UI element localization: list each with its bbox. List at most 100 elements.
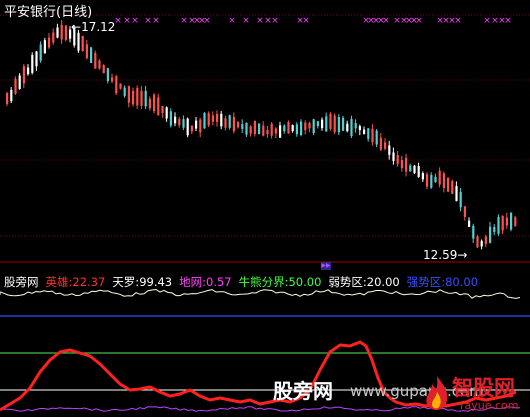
candle <box>329 112 332 131</box>
candle-body <box>119 83 122 89</box>
candle <box>165 106 168 122</box>
signal-marker: × <box>483 16 491 26</box>
candle-body <box>400 159 403 169</box>
candle-body <box>468 220 471 227</box>
candle <box>182 115 185 131</box>
candle-body <box>144 90 147 107</box>
legend-strong: 强势区: 80.00 <box>406 275 479 289</box>
candle <box>190 125 193 135</box>
candle-body <box>350 118 353 137</box>
signal-marker: × <box>256 16 264 26</box>
candle <box>321 117 324 131</box>
candle-body <box>203 113 206 129</box>
candle-body <box>505 217 508 226</box>
signal-marker: × <box>382 16 390 26</box>
candle <box>484 234 487 248</box>
signal-marker: × <box>302 16 310 26</box>
candle <box>22 63 25 89</box>
candle <box>375 129 378 148</box>
candle <box>98 58 101 70</box>
candle-body <box>207 113 210 126</box>
candle-body <box>405 157 408 172</box>
candle-body <box>384 142 387 149</box>
candle-body <box>10 89 13 102</box>
candle-body <box>476 236 479 248</box>
candle-body <box>434 177 437 182</box>
candle <box>388 140 391 160</box>
candle <box>220 111 223 130</box>
signal-marker: × <box>180 16 188 26</box>
candle-body <box>64 25 67 40</box>
signal-marker: × <box>131 16 139 26</box>
signal-marker: × <box>242 16 250 26</box>
panel-nav-icon[interactable]: ▶▶ <box>321 262 331 270</box>
candle-body <box>140 90 143 106</box>
candle-body <box>102 65 105 74</box>
candle-body <box>480 240 483 247</box>
candle-body <box>300 121 303 135</box>
candle-body <box>115 76 118 94</box>
candle-body <box>455 185 458 201</box>
candle-body <box>148 98 151 109</box>
candle-body <box>279 125 282 138</box>
candle-body <box>165 107 168 119</box>
candle <box>413 164 416 174</box>
candle-body <box>501 215 504 231</box>
candle <box>333 113 336 135</box>
candle <box>102 64 105 74</box>
signal-marker: × <box>504 16 512 26</box>
candle-body <box>224 118 227 128</box>
legend-weak: 弱势区: 20.00 <box>328 275 400 289</box>
candle-body <box>430 174 433 188</box>
candle-body <box>392 152 395 161</box>
candle-body <box>358 126 361 131</box>
candle <box>31 52 34 75</box>
candle <box>363 126 366 135</box>
candle <box>308 121 311 133</box>
candle-body <box>274 128 277 134</box>
candle-body <box>337 117 340 133</box>
candle <box>216 110 219 127</box>
candle-body <box>304 122 307 131</box>
candle <box>148 96 151 111</box>
candle-body <box>510 212 513 230</box>
candle <box>90 46 93 64</box>
candle-body <box>312 119 315 133</box>
candle <box>480 239 483 250</box>
candle <box>85 40 88 60</box>
chart-title: 平安银行(日线) <box>4 5 93 20</box>
candle <box>270 122 273 139</box>
candle-body <box>388 145 391 155</box>
candle-body <box>132 90 135 105</box>
candle <box>18 73 21 90</box>
candle <box>161 106 164 118</box>
candle-body <box>85 44 88 59</box>
candle-body <box>228 115 231 128</box>
candle <box>119 83 122 90</box>
candle <box>358 124 361 136</box>
site-logo: 智股网 rayue.com <box>420 372 530 417</box>
candle <box>237 120 240 129</box>
candle <box>39 41 42 63</box>
candle-body <box>484 236 487 244</box>
candle-body <box>493 226 496 232</box>
candle-body <box>316 121 319 127</box>
candle-body <box>333 115 336 133</box>
candle <box>186 117 189 138</box>
candle <box>52 28 55 45</box>
candle-body <box>363 129 366 134</box>
candle <box>279 121 282 138</box>
candle <box>316 121 319 129</box>
candle-body <box>31 55 34 73</box>
candle-body <box>190 125 193 132</box>
candle <box>510 212 513 232</box>
candle-body <box>81 35 84 52</box>
candle-body <box>371 128 374 143</box>
legend-earth: 地网: 0.57 <box>179 275 232 289</box>
candle <box>396 150 399 167</box>
candle-body <box>291 125 294 132</box>
candle-body <box>329 113 332 129</box>
candle <box>203 111 206 129</box>
candle <box>295 122 298 137</box>
candle-body <box>211 115 214 122</box>
